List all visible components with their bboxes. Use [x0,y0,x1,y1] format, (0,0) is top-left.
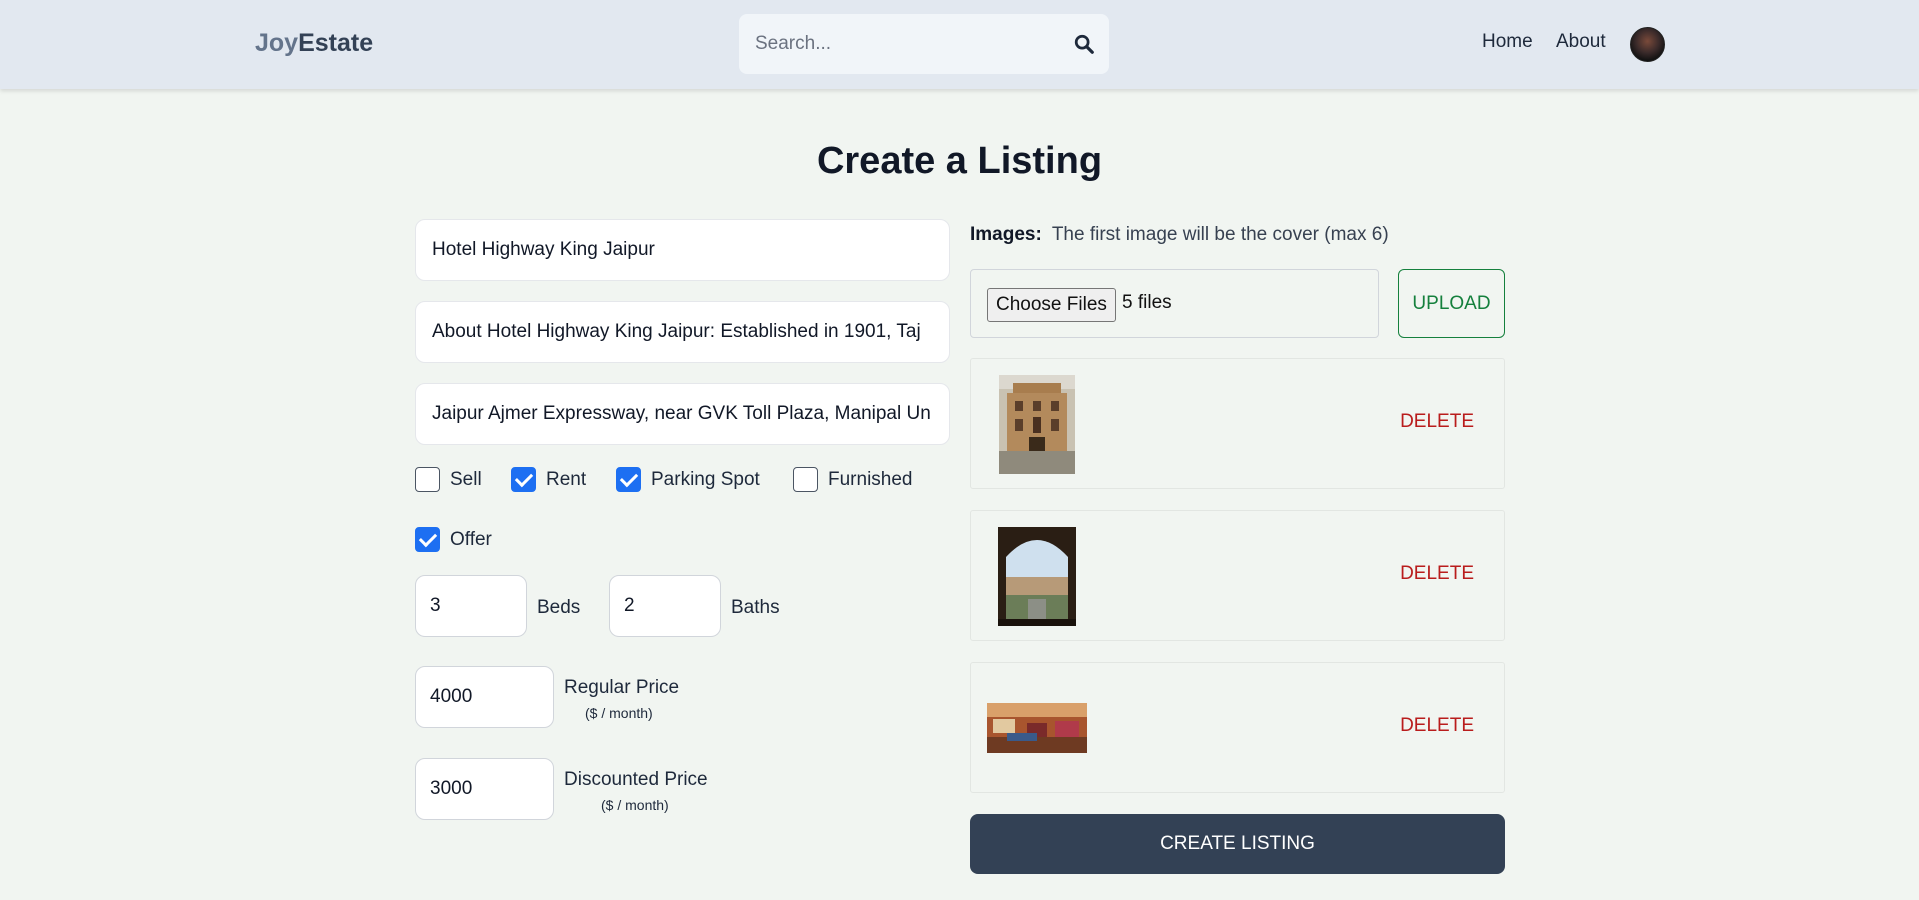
sell-checkbox-box[interactable] [415,467,440,492]
discounted-price-input[interactable] [416,759,553,819]
offer-checkbox-box[interactable] [415,527,440,552]
beds-label: Beds [537,597,581,618]
image-list-item: DELETE [970,358,1505,489]
logo-joy: Joy [255,29,299,57]
furnished-label: Furnished [828,468,913,490]
beds-input[interactable] [416,576,526,636]
parking-spot-label: Parking Spot [651,468,760,490]
discounted-price-label: Discounted Price [564,769,708,790]
rent-checkbox-box[interactable] [511,467,536,492]
nav-home-link[interactable]: Home [1482,31,1533,53]
search-icon[interactable] [1073,33,1095,55]
offer-checkbox[interactable]: Offer [415,527,492,552]
furnished-checkbox-box[interactable] [793,467,818,492]
images-hint: The first image will be the cover (max 6… [1051,224,1389,245]
description-input[interactable] [416,302,949,362]
regular-price-field-wrapper [415,666,554,728]
regular-price-label: Regular Price [564,677,680,698]
name-input[interactable] [416,220,949,280]
address-input[interactable] [416,384,949,444]
furnished-checkbox[interactable]: Furnished [793,467,913,492]
image-list-item: DELETE [970,662,1505,793]
page-title: Create a Listing [816,140,1103,182]
regular-price-unit: ($ / month) [585,705,653,721]
images-label: Images: [970,224,1042,245]
offer-label: Offer [450,528,492,550]
parking-spot-checkbox-box[interactable] [616,467,641,492]
rent-label: Rent [546,468,587,490]
logo[interactable]: JoyEstate [255,29,373,58]
choose-files-button[interactable]: Choose Files [987,288,1116,322]
regular-price-input[interactable] [416,667,553,727]
delete-image-button[interactable]: DELETE [1400,411,1474,433]
description-field-wrapper [415,301,950,363]
name-field-wrapper [415,219,950,281]
baths-input[interactable] [610,576,720,636]
rent-checkbox[interactable]: Rent [511,467,586,492]
baths-field-wrapper [609,575,721,637]
image-thumbnail [999,375,1075,474]
beds-field-wrapper [415,575,527,637]
delete-image-button[interactable]: DELETE [1400,563,1474,585]
search-bar [739,14,1109,74]
nav-about-link[interactable]: About [1556,31,1606,53]
discounted-price-unit: ($ / month) [601,797,669,813]
image-thumbnail [987,703,1087,753]
user-avatar[interactable] [1630,27,1665,62]
discounted-price-field-wrapper [415,758,554,820]
file-count: 5 files [1122,292,1172,313]
upload-button[interactable]: UPLOAD [1398,269,1505,338]
create-listing-button[interactable]: CREATE LISTING [970,814,1505,874]
top-header: JoyEstate Home About [0,0,1919,89]
parking-spot-checkbox[interactable]: Parking Spot [616,467,760,492]
baths-label: Baths [731,597,780,618]
logo-estate: Estate [298,29,374,57]
address-field-wrapper [415,383,950,445]
sell-checkbox[interactable]: Sell [415,467,482,492]
image-thumbnail [998,527,1076,626]
image-list-item: DELETE [970,510,1505,641]
images-label-row: Images: The first image will be the cover… [970,224,1389,246]
search-input[interactable] [755,14,1055,74]
file-input-wrapper: Choose Files 5 files [970,269,1379,338]
sell-label: Sell [450,468,482,490]
delete-image-button[interactable]: DELETE [1400,715,1474,737]
